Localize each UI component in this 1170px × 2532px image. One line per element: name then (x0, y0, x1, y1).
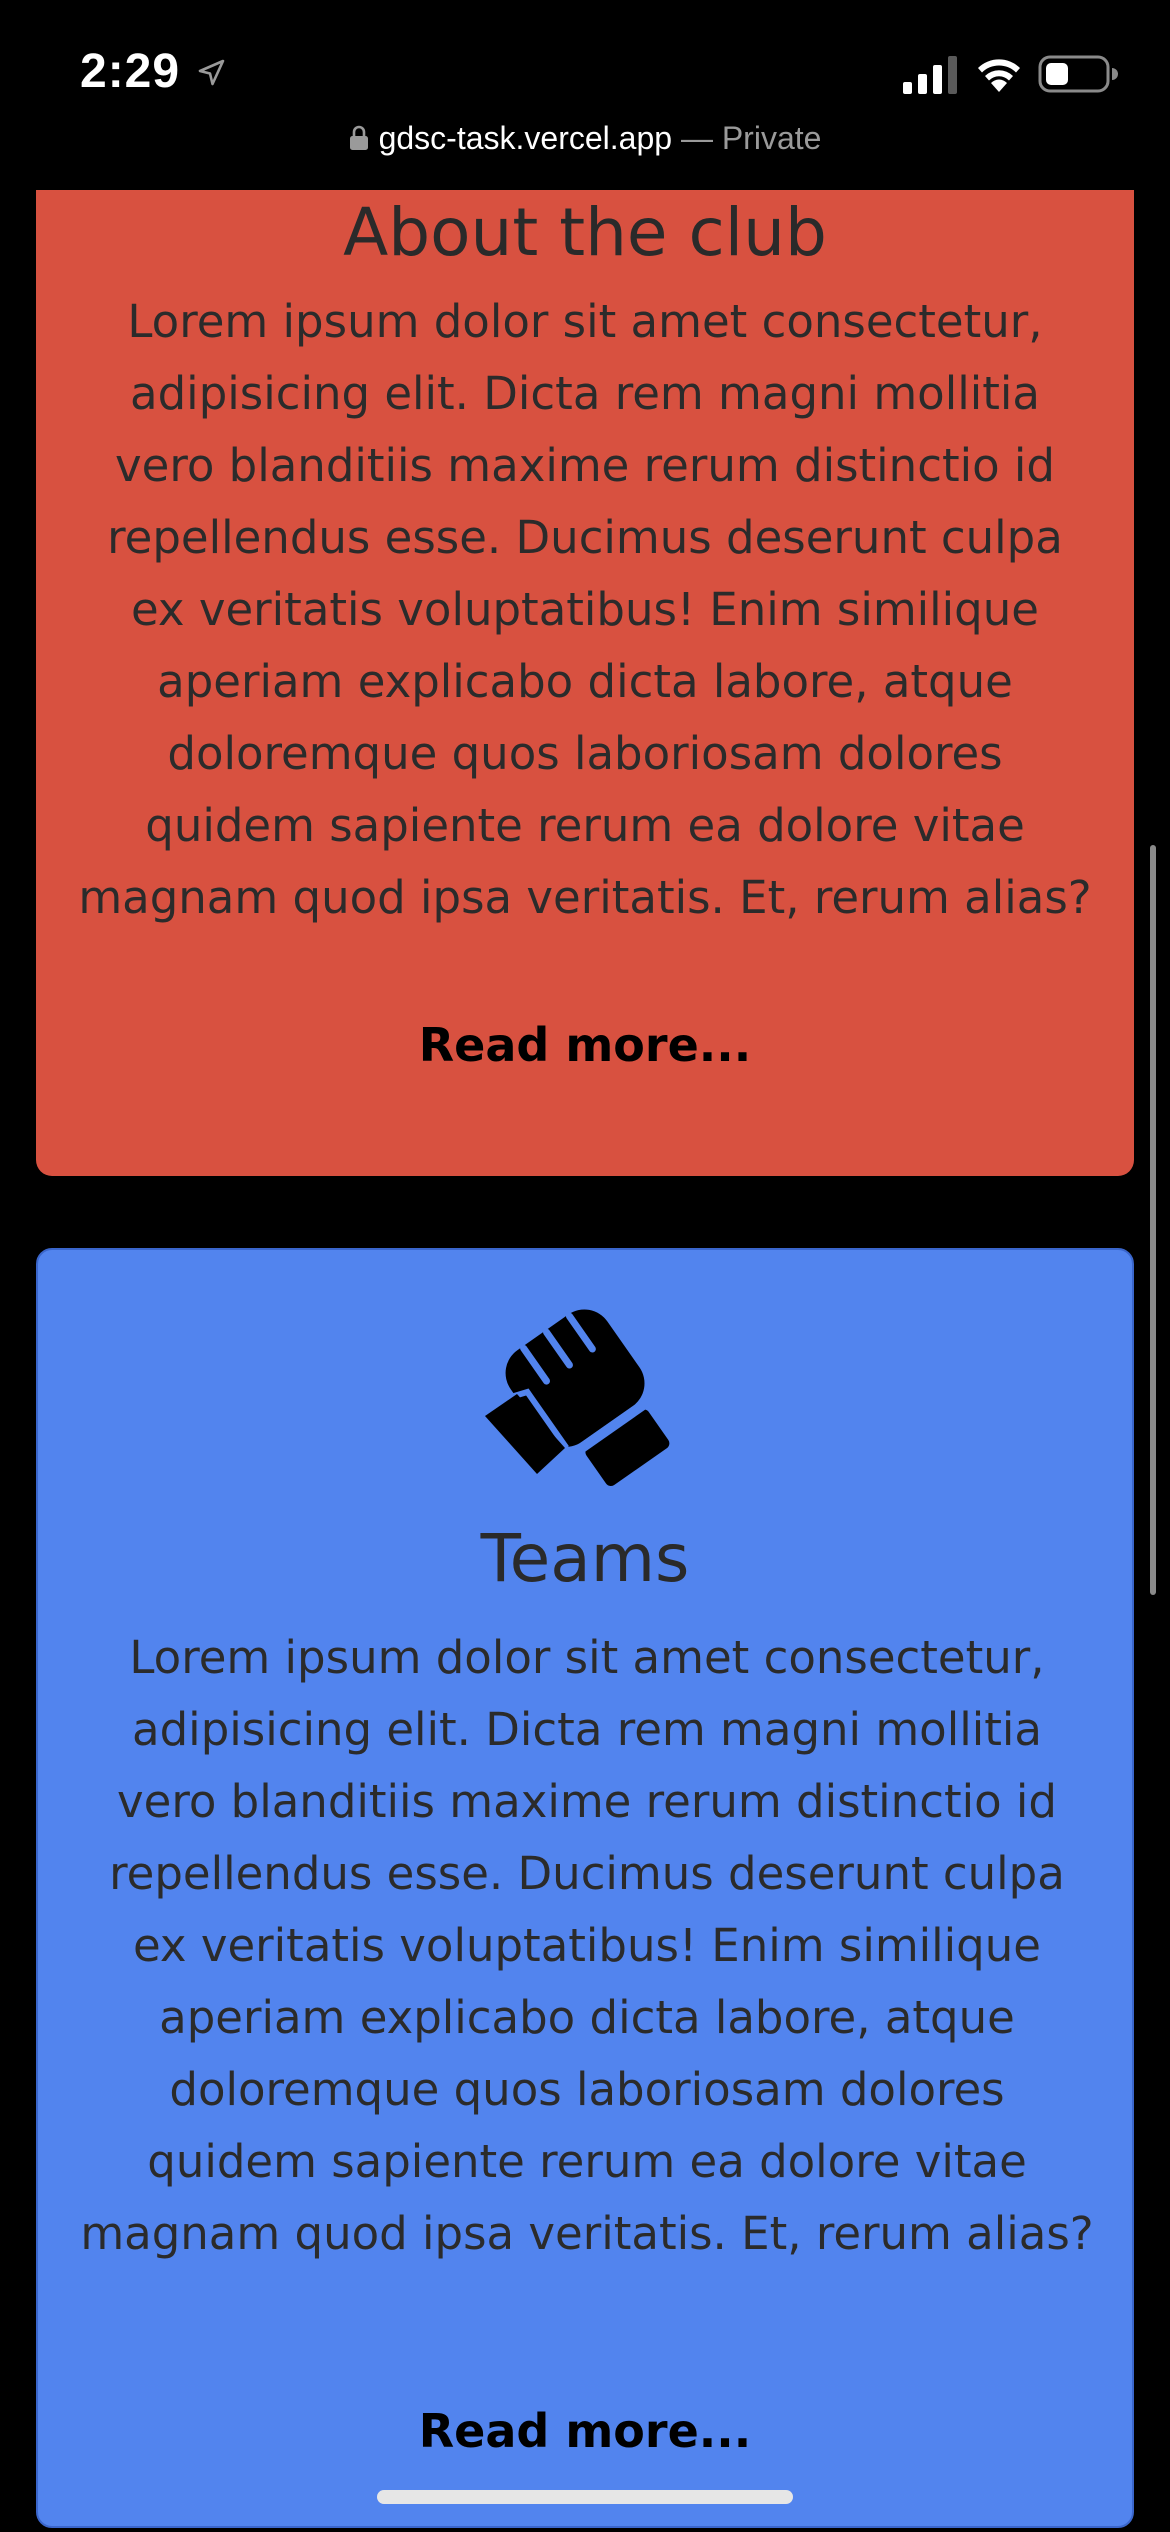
home-indicator[interactable] (377, 2490, 793, 2504)
about-title: About the club (343, 194, 827, 271)
battery-icon (1038, 55, 1118, 93)
url-domain: gdsc-task.vercel.app (378, 120, 673, 156)
url-separator: — (672, 120, 722, 156)
status-time: 2:29 (80, 45, 181, 98)
lock-icon (349, 125, 368, 150)
teams-card: Teams Lorem ipsum dolor sit amet consect… (36, 1248, 1134, 2528)
about-card: About the club Lorem ipsum dolor sit ame… (36, 190, 1134, 1176)
status-bar: 2:29 (0, 0, 1170, 140)
wifi-icon (978, 59, 1020, 92)
page-content[interactable]: About the club Lorem ipsum dolor sit ame… (0, 190, 1170, 2532)
handshake-icon (485, 1309, 670, 1487)
location-arrow-icon (198, 59, 225, 86)
cellular-signal-icon (903, 56, 957, 94)
about-read-more-link[interactable]: Read more... (36, 1018, 1134, 1072)
teams-description: Lorem ipsum dolor sit amet consectetur, … (80, 1631, 1094, 2260)
private-label: Private (721, 120, 822, 156)
teams-title: Teams (480, 1520, 690, 1597)
scrollbar[interactable] (1150, 845, 1156, 1595)
about-description: Lorem ipsum dolor sit amet consectetur, … (78, 295, 1092, 924)
teams-read-more-link[interactable]: Read more... (38, 2404, 1132, 2458)
address-bar[interactable]: gdsc-task.vercel.app — Private (0, 120, 1170, 170)
